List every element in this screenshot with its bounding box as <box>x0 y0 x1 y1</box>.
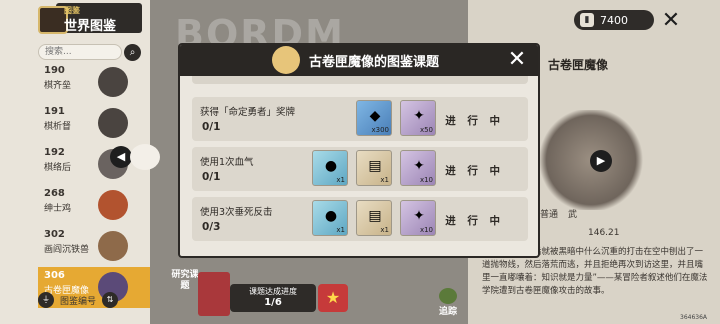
reward-count: x1 <box>380 176 389 184</box>
list-item[interactable]: 191 棋析督 <box>38 103 150 144</box>
task-description: 获得「命定勇者」奖牌 <box>200 107 296 118</box>
reward-count: x10 <box>419 226 433 234</box>
search-input[interactable] <box>38 44 122 60</box>
modal-close-button[interactable]: ✕ <box>506 49 528 71</box>
close-button[interactable]: ✕ <box>660 10 682 32</box>
list-item[interactable]: 302 画阎沉铁兽 <box>38 226 150 267</box>
reward-item[interactable]: ● x1 <box>312 200 348 236</box>
task-row: 获得「命定勇者」奖牌 0/1 ◆ x300 ✦ x50 进 行 中 <box>192 97 528 141</box>
monster-avatar <box>98 108 128 138</box>
entry-number: 302 <box>44 229 65 240</box>
modal-title: 古卷匣魔像的图鉴课题 <box>308 55 439 70</box>
prism-icon: ◆ <box>369 108 381 124</box>
task-status: 进 行 中 <box>445 165 504 177</box>
reward-item[interactable]: ▤ x1 <box>356 200 392 236</box>
task-row: 使用3次垂死反击 0/3 ● x1 ▤ x1 ✦ x10 进 行 中 <box>192 197 528 241</box>
track-label: 追踪 <box>438 307 457 317</box>
reward-count: x1 <box>380 226 389 234</box>
coin-icon: ▮ <box>580 13 594 27</box>
card-icon: ✦ <box>413 208 425 224</box>
research-book-icon[interactable] <box>198 272 230 316</box>
task-rewards: ● x1 ▤ x1 ✦ x10 <box>312 200 436 236</box>
task-row: 使用1次血气 0/1 ● x1 ▤ x1 ✦ x10 进 行 中 <box>192 147 528 191</box>
track-icon <box>439 288 457 304</box>
progress-value: 1/6 <box>264 297 282 308</box>
reward-item[interactable]: ▤ x1 <box>356 150 392 186</box>
entry-number: 191 <box>44 106 65 117</box>
currency-display: ▮ 7400 <box>574 10 654 30</box>
task-progress: 0/1 <box>202 121 221 133</box>
task-status: 进 行 中 <box>445 215 504 227</box>
progress-label: 课题达成进度 <box>249 287 297 296</box>
scroll-icon: ▤ <box>368 208 382 224</box>
entry-number: 306 <box>44 270 65 281</box>
distance-value: 146.21 <box>588 228 620 238</box>
orb-icon: ● <box>324 158 338 174</box>
entry-name: 绅士鸡 <box>44 204 72 214</box>
currency-value: 7400 <box>600 13 628 27</box>
task-description: 使用3次垂死反击 <box>200 207 273 218</box>
filter-icon[interactable]: ⏚ <box>38 292 54 308</box>
star-icon[interactable]: ★ <box>318 284 348 312</box>
reward-item[interactable]: ✦ x50 <box>400 100 436 136</box>
research-modal: 古卷匣魔像的图鉴课题 ✕ 获得「命定勇者」奖牌 0/1 ◆ x300 ✦ x50… <box>178 43 540 258</box>
entry-number: 190 <box>44 65 65 76</box>
next-arrow-icon[interactable]: ▶ <box>590 150 612 172</box>
monster-mini-icon <box>272 46 300 74</box>
rarity-tag: 普通 <box>540 210 559 220</box>
reward-item[interactable]: ● x1 <box>312 150 348 186</box>
reward-count: x300 <box>371 126 389 134</box>
reward-count: x1 <box>336 226 345 234</box>
entry-name: 棋络后 <box>44 163 72 173</box>
monster-avatar <box>98 67 128 97</box>
monster-avatar <box>98 190 128 220</box>
monster-tags: 普通 武 <box>540 207 577 220</box>
research-progress[interactable]: 课题达成进度 1/6 <box>230 284 316 312</box>
reward-item[interactable]: ✦ x10 <box>400 150 436 186</box>
sort-order-icon[interactable]: ⇅ <box>102 292 119 308</box>
sort-label[interactable]: 图鉴编号 <box>60 294 96 307</box>
prev-arrow-icon[interactable]: ◀ <box>110 146 132 168</box>
task-status: 进 行 中 <box>445 115 504 127</box>
bunny-mascot <box>130 144 160 170</box>
reward-count: x10 <box>419 176 433 184</box>
task-progress: 0/1 <box>202 171 221 183</box>
reward-item[interactable]: ◆ x300 <box>356 100 392 136</box>
entry-number: 268 <box>44 188 65 199</box>
task-rewards: ● x1 ▤ x1 ✦ x10 <box>312 150 436 186</box>
scrolled-row <box>192 76 528 84</box>
task-description: 使用1次血气 <box>200 157 254 168</box>
research-label: 研究课题 <box>171 270 199 291</box>
entry-name: 画阎沉铁兽 <box>44 245 90 255</box>
list-footer: ⏚ 图鉴编号 ⇅ <box>38 290 150 310</box>
card-icon: ✦ <box>413 108 425 124</box>
bestiary-list: 190 棋齐垒 191 棋析督 192 棋络后 268 绅士鸡 302 画阎沉铁… <box>38 62 150 308</box>
list-item[interactable]: 268 绅士鸡 <box>38 185 150 226</box>
task-rewards: ◆ x300 ✦ x50 <box>356 100 436 136</box>
reward-item[interactable]: ✦ x10 <box>400 200 436 236</box>
reward-count: x50 <box>419 126 433 134</box>
entry-name: 棋齐垒 <box>44 81 72 91</box>
monster-avatar <box>98 231 128 261</box>
coord-text: 364636A <box>680 314 708 321</box>
list-item[interactable]: 190 棋齐垒 <box>38 62 150 103</box>
page-title: 世界图鉴 <box>64 19 117 34</box>
modal-header: 古卷匣魔像的图鉴课题 ✕ <box>180 45 538 76</box>
monster-name: 古卷匣魔像 <box>548 58 609 72</box>
reward-count: x1 <box>336 176 345 184</box>
card-icon: ✦ <box>413 158 425 174</box>
scroll-icon: ▤ <box>368 158 382 174</box>
track-button[interactable]: 追踪 <box>433 288 463 317</box>
entry-name: 棋析督 <box>44 122 72 132</box>
task-progress: 0/3 <box>202 221 221 233</box>
search-icon[interactable]: ⌕ <box>124 44 141 61</box>
entry-number: 192 <box>44 147 65 158</box>
type-tag: 武 <box>568 210 578 220</box>
orb-icon: ● <box>324 208 338 224</box>
